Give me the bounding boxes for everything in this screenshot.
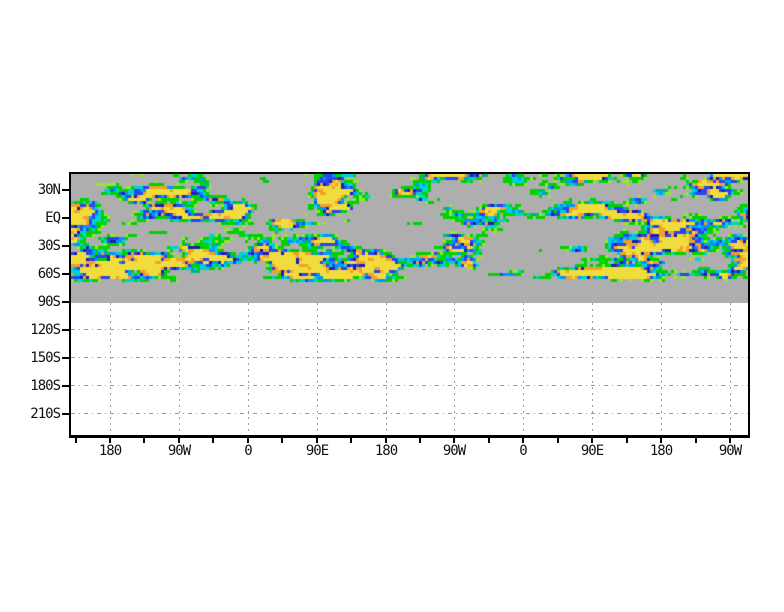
y-tick-label: 210S <box>30 406 61 422</box>
vertical-gridline <box>248 303 249 435</box>
y-axis-tick <box>62 189 69 191</box>
y-tick-label: 30N <box>37 182 61 198</box>
horizontal-gridline <box>71 385 748 386</box>
x-tick-label: 180 <box>98 443 122 459</box>
y-tick-label: 30S <box>37 238 61 254</box>
x-axis-tick <box>488 438 490 443</box>
vertical-gridline <box>523 303 524 435</box>
x-axis-tick <box>350 438 352 443</box>
anomaly-field-heatmap <box>71 174 748 303</box>
x-axis-tick <box>695 438 697 443</box>
vertical-gridline <box>317 303 318 435</box>
x-tick-label: 90E <box>305 443 329 459</box>
x-tick-label: 90W <box>718 443 742 459</box>
x-axis-tick <box>212 438 214 443</box>
horizontal-gridline <box>71 357 748 358</box>
x-axis-tick <box>626 438 628 443</box>
horizontal-gridline <box>71 329 748 330</box>
x-axis-tick <box>281 438 283 443</box>
y-axis-tick <box>62 357 69 359</box>
y-tick-label: 90S <box>37 294 61 310</box>
x-axis-tick <box>75 438 77 443</box>
x-tick-label: 180 <box>374 443 398 459</box>
y-axis-tick <box>62 385 69 387</box>
y-tick-label: 120S <box>30 322 61 338</box>
x-tick-label: 0 <box>244 443 252 459</box>
x-axis-tick <box>419 438 421 443</box>
y-axis-tick <box>62 329 69 331</box>
vertical-gridline <box>386 303 387 435</box>
x-axis-tick <box>557 438 559 443</box>
vertical-gridline <box>661 303 662 435</box>
x-tick-label: 90W <box>167 443 191 459</box>
x-tick-label: 90E <box>580 443 604 459</box>
figure-canvas: 30N EQ 30S 60S 90S 120S 150S 180S 210S 180 90W 0 90… <box>0 0 784 612</box>
y-axis-tick <box>62 217 69 219</box>
x-tick-label: 0 <box>519 443 527 459</box>
y-tick-label: 180S <box>30 378 61 394</box>
horizontal-gridline <box>71 413 748 414</box>
y-axis-tick <box>62 273 69 275</box>
vertical-gridline <box>454 303 455 435</box>
vertical-gridline <box>179 303 180 435</box>
vertical-gridline <box>592 303 593 435</box>
y-axis-tick <box>62 245 69 247</box>
x-axis-tick <box>143 438 145 443</box>
vertical-gridline <box>730 303 731 435</box>
x-tick-label: 180 <box>649 443 673 459</box>
x-tick-label: 90W <box>442 443 466 459</box>
y-axis-tick <box>62 413 69 415</box>
y-axis-tick <box>62 301 69 303</box>
no-data-band <box>71 174 748 303</box>
vertical-gridline <box>110 303 111 435</box>
y-tick-label: 60S <box>37 266 61 282</box>
y-tick-label: 150S <box>30 350 61 366</box>
y-tick-label: EQ <box>45 210 61 226</box>
